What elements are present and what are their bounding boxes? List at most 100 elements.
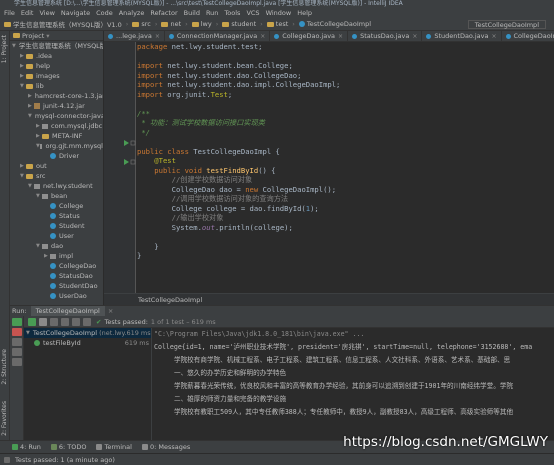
menu-item[interactable]: Tools [224, 9, 240, 17]
project-tree-item[interactable]: Driver [10, 151, 103, 161]
run-console[interactable]: "C:\Program Files\Java\jdk1.8.0_181\bin\… [152, 328, 554, 440]
close-icon[interactable]: × [491, 31, 496, 41]
project-tree-item[interactable]: ▼ src [10, 171, 103, 181]
menu-item[interactable]: File [4, 9, 15, 17]
project-tree-item[interactable]: Status [10, 211, 103, 221]
expand-icon[interactable] [12, 348, 22, 356]
test-tree-item[interactable]: testFileById 619 ms [24, 338, 151, 348]
project-tree-item[interactable]: ▼ dao [10, 241, 103, 251]
project-tree-item[interactable]: ▶ META-INF [10, 131, 103, 141]
project-tree-label: lib [36, 82, 44, 90]
project-tree-label: .idea [36, 52, 52, 60]
menu-item[interactable]: Help [297, 9, 312, 17]
status-bar: Tests passed: 1 (a minute ago) [0, 453, 554, 465]
breadcrumb-item[interactable]: 学生信息管理系统（MYSQL版）V1.0 [4, 19, 122, 29]
project-tree-item[interactable]: ▶ help [10, 61, 103, 71]
close-icon[interactable]: × [108, 307, 113, 315]
project-tree-item[interactable]: ▼ 学生信息管理系统（MYSQL版） [10, 41, 103, 51]
chevron-down-icon[interactable]: ▼ [28, 111, 32, 121]
close-icon[interactable]: × [155, 31, 160, 41]
project-tree-item[interactable]: UserDao [10, 291, 103, 301]
code-editor[interactable]: package net.lwy.student.test; import net… [137, 42, 554, 293]
favorites-tool-button[interactable]: 2: Favorites [1, 401, 8, 436]
layout-icon[interactable] [4, 456, 10, 463]
run-test-icon [124, 159, 129, 165]
editor-tab[interactable]: CollegeDao.java × [270, 31, 349, 41]
breadcrumb-item[interactable]: student [222, 20, 256, 28]
chevron-right-icon[interactable]: ▶ [28, 91, 32, 101]
class-icon [50, 153, 56, 159]
project-tree-item[interactable]: ▶ junit-4.12.jar [10, 101, 103, 111]
project-tree-item[interactable]: ▶ com.mysql.jdbc [10, 121, 103, 131]
editor-tab[interactable]: ...lege.java × [104, 31, 165, 41]
project-tree-item[interactable]: ▼ bean [10, 191, 103, 201]
project-tree-item[interactable]: ▶ out [10, 161, 103, 171]
settings-icon[interactable] [12, 358, 22, 366]
project-tree-item[interactable]: College [10, 201, 103, 211]
breadcrumb-item[interactable]: net [161, 20, 181, 28]
project-tool-button[interactable]: 1: Project [1, 35, 8, 63]
project-tree-item[interactable]: ▶ impl [10, 251, 103, 261]
run-tab[interactable]: TestCollegeDaoImpl [30, 305, 105, 317]
project-tree-item[interactable]: CollegeDao [10, 261, 103, 271]
editor-tab[interactable]: StudentDao.java × [422, 31, 502, 41]
close-icon[interactable]: × [338, 31, 343, 41]
editor-tab[interactable]: ConnectionManager.java × [165, 31, 271, 41]
bottom-tool-tab[interactable]: 6: TODO [50, 443, 86, 451]
project-tree-item[interactable]: ▶ .idea [10, 51, 103, 61]
editor-tab[interactable]: CollegeDaoImpl.java× [502, 31, 554, 41]
project-tree-item[interactable]: User [10, 231, 103, 241]
menu-item[interactable]: Navigate [61, 9, 90, 17]
sort-duration-icon[interactable] [61, 317, 69, 326]
class-icon [50, 233, 56, 239]
rerun-icon[interactable] [12, 318, 22, 326]
show-ignored-icon[interactable] [39, 317, 47, 326]
show-passed-icon[interactable] [28, 317, 36, 326]
sort-icon[interactable] [12, 338, 22, 346]
breadcrumb-item[interactable]: TestCollegeDaoImpl [298, 20, 371, 28]
project-tree-item[interactable]: ▼ org.gjt.mm.mysql [10, 141, 103, 151]
menu-item[interactable]: Window [266, 9, 292, 17]
menu-item[interactable]: Code [96, 9, 113, 17]
breadcrumb-item[interactable]: src [132, 20, 151, 28]
code-token: org.junit. [167, 89, 211, 99]
close-icon[interactable]: × [260, 31, 265, 41]
collapse-all-icon[interactable] [83, 317, 91, 326]
breadcrumb-item[interactable]: test [266, 20, 288, 28]
menu-item[interactable]: Edit [21, 9, 34, 17]
folder-icon [161, 21, 169, 27]
close-icon[interactable]: × [412, 31, 417, 41]
code-line: /** [137, 109, 554, 119]
menu-item[interactable]: Analyze [119, 9, 145, 17]
menu-item[interactable]: View [39, 9, 54, 17]
expand-all-icon[interactable] [72, 317, 80, 326]
chevron-down-icon[interactable]: ▼ [26, 328, 30, 338]
editor-breadcrumb[interactable]: TestCollegeDaoImpl [104, 293, 554, 305]
menu-item[interactable]: VCS [246, 9, 259, 17]
test-tree-item[interactable]: ▼ TestCollegeDaoImpl (net.lwy. 619 ms [24, 328, 151, 338]
project-tree-item[interactable]: ▼ mysql-connector-java [10, 111, 103, 121]
project-tree-item[interactable]: StudentDao [10, 281, 103, 291]
project-tree-item[interactable]: ▶ images [10, 71, 103, 81]
project-tree-item[interactable]: ▶ hamcrest-core-1.3.jar [10, 91, 103, 101]
project-tree-item[interactable]: Student [10, 221, 103, 231]
project-tree-label: User [59, 232, 74, 240]
breadcrumb-item[interactable]: lwy [191, 20, 212, 28]
project-panel-header[interactable]: Project ▾ [10, 31, 103, 41]
run-configuration-select[interactable]: TestCollegeDaoImpl [467, 20, 546, 29]
editor-tab[interactable]: StatusDao.java × [348, 31, 423, 41]
structure-tool-button[interactable]: 2: Structure [1, 349, 8, 385]
sort-alpha-icon[interactable] [50, 317, 58, 326]
menu-item[interactable]: Refactor [150, 9, 177, 17]
chevron-right-icon: › [154, 20, 158, 28]
project-tree-item[interactable]: StatusDao [10, 271, 103, 281]
menu-item[interactable]: Run [206, 9, 218, 17]
bottom-tool-tab[interactable]: 4: Run [12, 443, 41, 451]
menu-item[interactable]: Build [184, 9, 200, 17]
chevron-down-icon[interactable]: ▼ [12, 41, 16, 51]
project-tree-item[interactable]: ▼ net.lwy.student [10, 181, 103, 191]
stop-icon[interactable] [12, 328, 22, 336]
bottom-tool-tab[interactable]: 0: Messages [141, 443, 190, 451]
project-tree-item[interactable]: ▼ lib [10, 81, 103, 91]
bottom-tool-tab[interactable]: Terminal [96, 443, 132, 451]
